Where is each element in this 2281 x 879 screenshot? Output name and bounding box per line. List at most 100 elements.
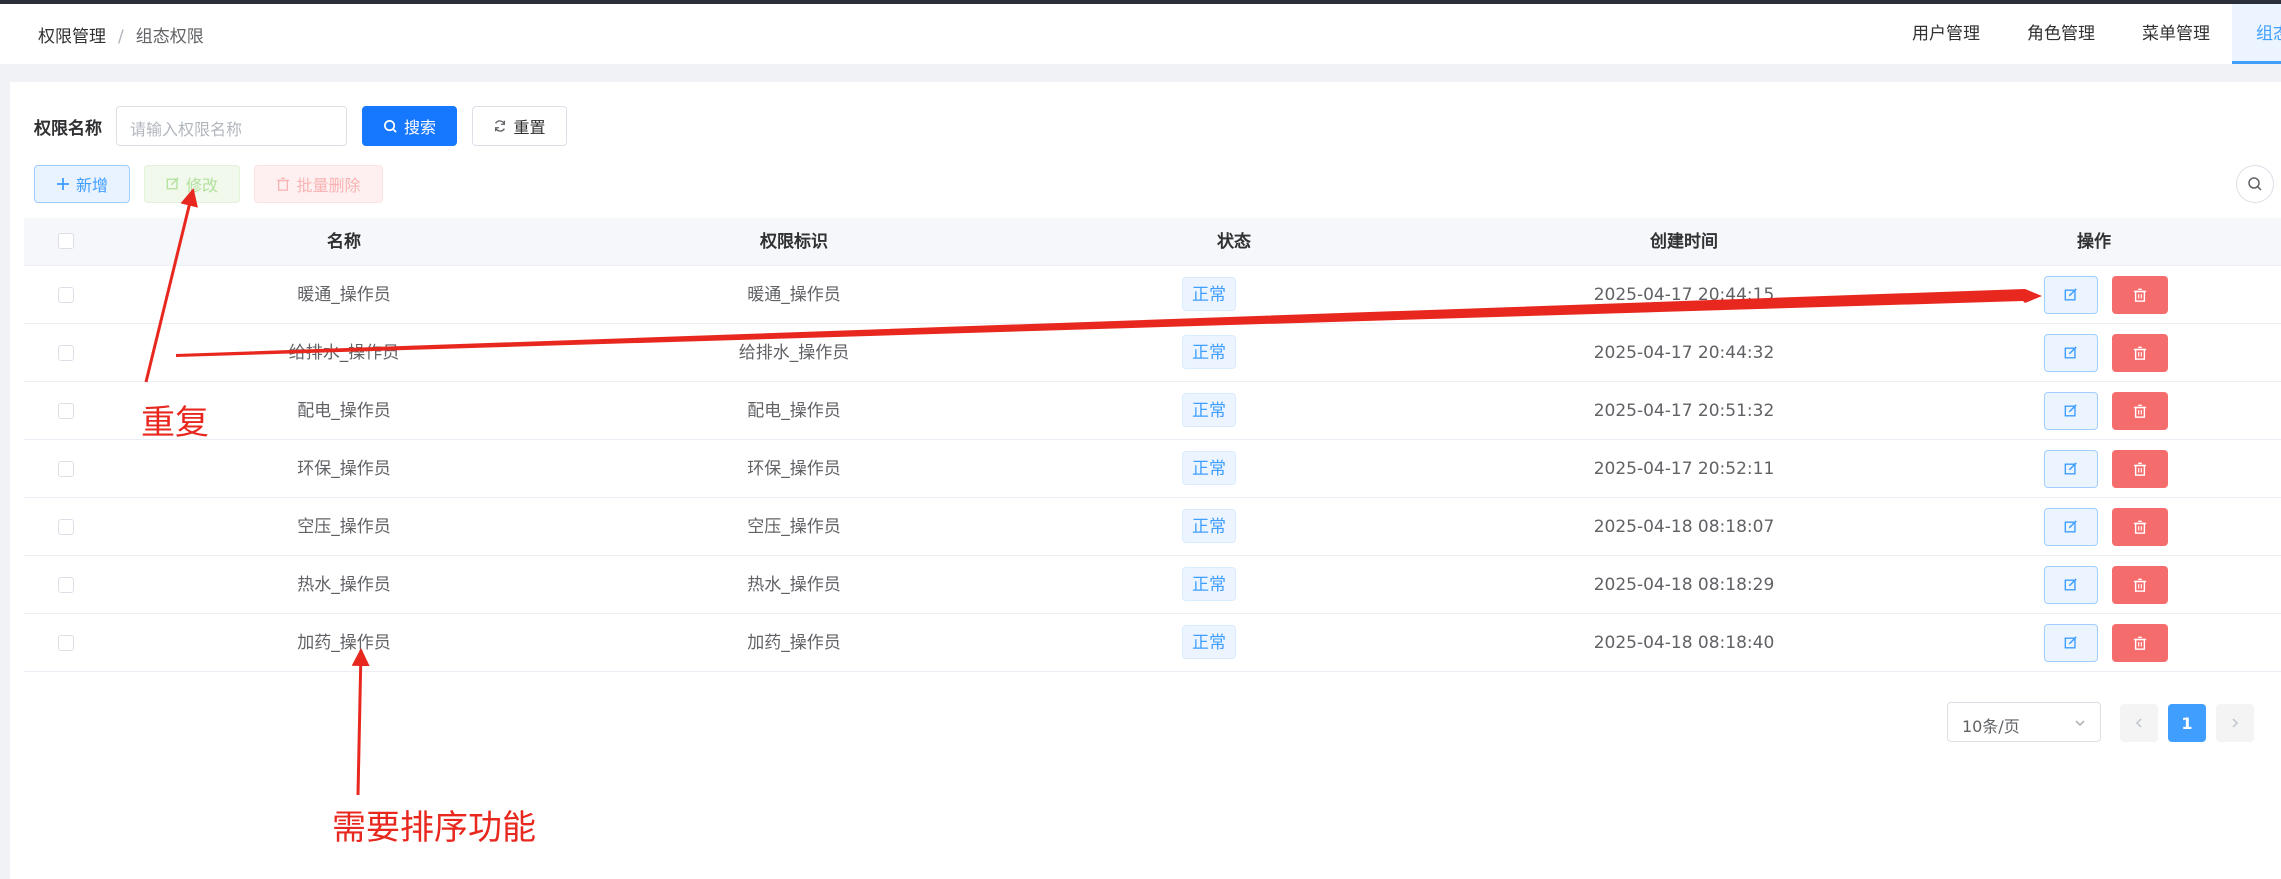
cell-created: 2025-04-18 08:18:29 bbox=[1593, 575, 1775, 595]
row-edit-button[interactable] bbox=[2044, 392, 2098, 430]
next-page-button[interactable] bbox=[2216, 704, 2254, 742]
cell-permission: 环保_操作员 bbox=[747, 459, 841, 479]
row-edit-button[interactable] bbox=[2044, 566, 2098, 604]
column-header-permission[interactable]: 权限标识 bbox=[674, 218, 914, 266]
select-all-checkbox[interactable] bbox=[58, 233, 74, 249]
table-row[interactable]: 暖通_操作员 暖通_操作员 正常 2025-04-17 20:44:15 bbox=[24, 266, 2281, 324]
edit-icon bbox=[2064, 636, 2077, 649]
table-row[interactable]: 给排水_操作员 给排水_操作员 正常 2025-04-17 20:44:32 bbox=[24, 324, 2281, 382]
column-header-name[interactable]: 名称 bbox=[224, 218, 464, 266]
reset-button[interactable]: 重置 bbox=[472, 106, 567, 146]
cell-permission: 配电_操作员 bbox=[747, 401, 841, 421]
row-checkbox[interactable] bbox=[58, 403, 74, 419]
status-badge: 正常 bbox=[1182, 509, 1236, 543]
row-checkbox[interactable] bbox=[58, 287, 74, 303]
tab-menu-management[interactable]: 菜单管理 bbox=[2142, 4, 2210, 64]
cell-permission: 暖通_操作员 bbox=[747, 285, 841, 305]
prev-page-button[interactable] bbox=[2120, 704, 2158, 742]
tab-role-management[interactable]: 角色管理 bbox=[2027, 4, 2095, 64]
edit-icon bbox=[166, 177, 179, 190]
row-edit-button[interactable] bbox=[2044, 508, 2098, 546]
page-number-current[interactable]: 1 bbox=[2168, 704, 2206, 742]
edit-button[interactable]: 修改 bbox=[144, 165, 240, 203]
status-badge: 正常 bbox=[1182, 393, 1236, 427]
search-button[interactable]: 搜索 bbox=[362, 106, 457, 146]
refresh-icon bbox=[495, 120, 506, 132]
table-row[interactable]: 加药_操作员 加药_操作员 正常 2025-04-18 08:18:40 bbox=[24, 614, 2281, 672]
delete-icon bbox=[2133, 636, 2147, 650]
delete-icon bbox=[2133, 346, 2147, 360]
cell-permission: 热水_操作员 bbox=[747, 575, 841, 595]
tab-config-permission[interactable]: 组态权限 bbox=[2232, 4, 2281, 64]
delete-icon bbox=[2133, 404, 2147, 418]
delete-icon bbox=[2133, 520, 2147, 534]
tab-user-management[interactable]: 用户管理 bbox=[1912, 4, 1980, 64]
search-button-label: 搜索 bbox=[403, 118, 436, 137]
delete-icon bbox=[2133, 288, 2147, 302]
edit-icon bbox=[2064, 578, 2077, 591]
cell-name: 给排水_操作员 bbox=[288, 343, 400, 363]
breadcrumb-item-root[interactable]: 权限管理 bbox=[38, 22, 106, 47]
page-size-select[interactable]: 10条/页 bbox=[1947, 702, 2101, 742]
cell-created: 2025-04-17 20:52:11 bbox=[1593, 459, 1775, 479]
row-delete-button[interactable] bbox=[2112, 276, 2168, 314]
row-delete-button[interactable] bbox=[2112, 624, 2168, 662]
status-badge: 正常 bbox=[1182, 625, 1236, 659]
search-label: 权限名称 bbox=[34, 119, 102, 139]
cell-created: 2025-04-18 08:18:40 bbox=[1593, 633, 1775, 653]
row-checkbox[interactable] bbox=[58, 577, 74, 593]
search-icon bbox=[384, 119, 397, 133]
annotation-duplicate: 重复 bbox=[141, 403, 209, 443]
table-row[interactable]: 配电_操作员 配电_操作员 正常 2025-04-17 20:51:32 bbox=[24, 382, 2281, 440]
cell-name: 空压_操作员 bbox=[297, 517, 391, 537]
edit-icon bbox=[2064, 404, 2077, 417]
reset-button-label: 重置 bbox=[513, 118, 546, 137]
status-badge: 正常 bbox=[1182, 335, 1236, 369]
search-placeholder: 请输入权限名称 bbox=[130, 120, 243, 139]
edit-icon bbox=[2064, 346, 2077, 359]
row-edit-button[interactable] bbox=[2044, 334, 2098, 372]
table-header: 名称 权限标识 状态 创建时间 操作 bbox=[24, 218, 2281, 266]
delete-icon bbox=[277, 177, 290, 191]
row-checkbox[interactable] bbox=[58, 519, 74, 535]
row-delete-button[interactable] bbox=[2112, 334, 2168, 372]
edit-icon bbox=[2064, 520, 2077, 533]
page-size-value: 10条/页 bbox=[1962, 717, 2020, 736]
edit-icon bbox=[2064, 462, 2077, 475]
delete-icon bbox=[2133, 578, 2147, 592]
cell-permission: 空压_操作员 bbox=[747, 517, 841, 537]
table-row[interactable]: 热水_操作员 热水_操作员 正常 2025-04-18 08:18:29 bbox=[24, 556, 2281, 614]
status-badge: 正常 bbox=[1182, 277, 1236, 311]
cell-name: 配电_操作员 bbox=[297, 401, 391, 421]
row-delete-button[interactable] bbox=[2112, 392, 2168, 430]
batch-delete-button[interactable]: 批量删除 bbox=[254, 165, 383, 203]
table-row[interactable]: 空压_操作员 空压_操作员 正常 2025-04-18 08:18:07 bbox=[24, 498, 2281, 556]
edit-button-label: 修改 bbox=[185, 176, 218, 195]
toggle-search-button[interactable] bbox=[2236, 165, 2274, 203]
row-delete-button[interactable] bbox=[2112, 450, 2168, 488]
row-edit-button[interactable] bbox=[2044, 450, 2098, 488]
cell-permission: 加药_操作员 bbox=[747, 633, 841, 653]
search-icon bbox=[2248, 177, 2262, 191]
add-button[interactable]: 新增 bbox=[34, 165, 130, 203]
row-checkbox[interactable] bbox=[58, 635, 74, 651]
column-header-created[interactable]: 创建时间 bbox=[1564, 218, 1804, 266]
cell-created: 2025-04-17 20:44:15 bbox=[1593, 285, 1775, 305]
row-edit-button[interactable] bbox=[2044, 276, 2098, 314]
search-input[interactable]: 请输入权限名称 bbox=[116, 106, 347, 146]
status-badge: 正常 bbox=[1182, 451, 1236, 485]
cell-created: 2025-04-17 20:51:32 bbox=[1593, 401, 1775, 421]
cell-created: 2025-04-17 20:44:32 bbox=[1593, 343, 1775, 363]
annotation-need-sort: 需要排序功能 bbox=[332, 808, 536, 848]
cell-created: 2025-04-18 08:18:07 bbox=[1593, 517, 1775, 537]
row-delete-button[interactable] bbox=[2112, 508, 2168, 546]
breadcrumb-separator: / bbox=[118, 27, 124, 47]
edit-icon bbox=[2064, 288, 2077, 301]
row-edit-button[interactable] bbox=[2044, 624, 2098, 662]
table-row[interactable]: 环保_操作员 环保_操作员 正常 2025-04-17 20:52:11 bbox=[24, 440, 2281, 498]
row-checkbox[interactable] bbox=[58, 461, 74, 477]
row-checkbox[interactable] bbox=[58, 345, 74, 361]
column-header-status[interactable]: 状态 bbox=[1134, 218, 1334, 266]
row-delete-button[interactable] bbox=[2112, 566, 2168, 604]
batch-delete-button-label: 批量删除 bbox=[296, 176, 361, 195]
